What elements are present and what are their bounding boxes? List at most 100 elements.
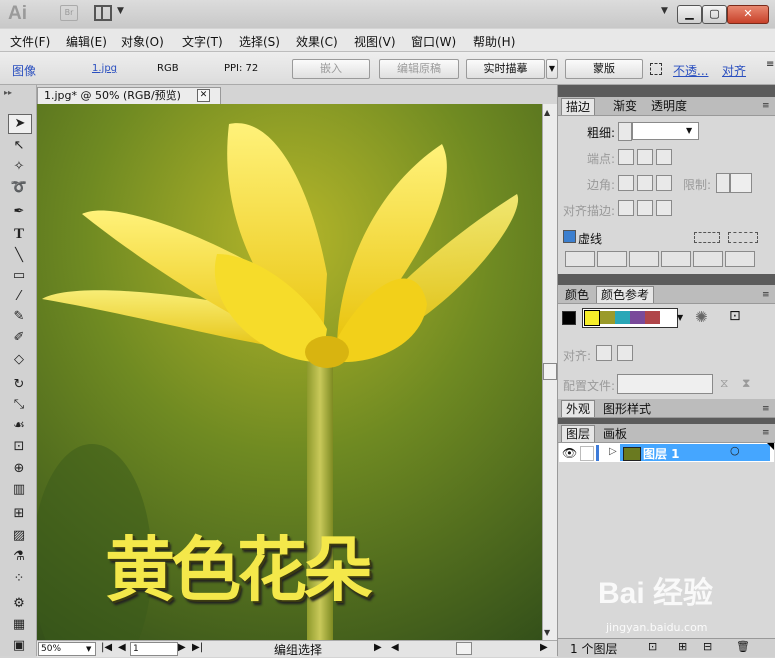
embed-button[interactable]: 嵌入	[292, 59, 370, 79]
visibility-eye-icon[interactable]: 👁	[562, 446, 577, 460]
butt-cap-icon[interactable]	[618, 149, 634, 165]
object-type-link[interactable]: 图像	[12, 62, 36, 79]
projecting-cap-icon[interactable]	[656, 149, 672, 165]
swatch-5[interactable]	[645, 311, 660, 324]
canvas[interactable]: 黄色花朵	[37, 104, 542, 640]
linked-file-link[interactable]: 1.jpg	[92, 63, 117, 74]
rectangle-tool-icon[interactable]: ▭	[8, 266, 30, 286]
pen-tool-icon[interactable]: ✒	[8, 202, 30, 222]
swatch-3[interactable]	[615, 311, 630, 324]
swatch-2[interactable]	[600, 311, 615, 324]
align-outside-icon[interactable]	[656, 200, 672, 216]
align-inside-icon[interactable]	[637, 200, 653, 216]
new-sublayer-icon[interactable]: ⊟	[703, 640, 712, 653]
selection-tool-icon[interactable]: ➤	[8, 114, 32, 134]
lasso-tool-icon[interactable]: ➰	[8, 178, 30, 198]
layer-name[interactable]: 图层 1	[643, 445, 680, 462]
mirror-icon[interactable]: ⧗	[742, 376, 750, 391]
limit-stepper[interactable]	[716, 173, 730, 193]
edit-colors-icon[interactable]: ✺	[695, 308, 708, 326]
tab-layers[interactable]: 图层	[561, 425, 596, 442]
status-menu-icon[interactable]: ▶	[374, 642, 382, 653]
magic-wand-tool-icon[interactable]: ✧	[8, 157, 30, 177]
blend-tool-icon[interactable]: ⁘	[8, 569, 30, 589]
chevron-down-icon[interactable]: ▼	[117, 6, 124, 16]
swatch-1[interactable]	[584, 310, 600, 326]
hscroll-right-icon[interactable]: ▶	[540, 642, 548, 653]
paintbrush-tool-icon[interactable]: ⁄	[8, 287, 30, 307]
shape-builder-tool-icon[interactable]: ⊕	[8, 459, 30, 479]
edit-original-button[interactable]: 编辑原稿	[379, 59, 459, 79]
tab-transparency[interactable]: 透明度	[647, 98, 691, 114]
align-link[interactable]: 对齐	[722, 62, 746, 79]
menu-help[interactable]: 帮助(H)	[473, 33, 515, 50]
scale-tool-icon[interactable]: ⤡	[8, 395, 30, 415]
workspace-switcher-icon[interactable]: ▼	[661, 6, 668, 16]
artboard-tool-icon[interactable]: ▣	[8, 636, 30, 656]
make-clipping-mask-icon[interactable]: ⊞	[678, 640, 687, 653]
live-trace-options-icon[interactable]: ▼	[546, 59, 558, 79]
column-graph-tool-icon[interactable]: ▦	[8, 615, 30, 635]
arrange-documents-icon[interactable]	[94, 5, 112, 21]
blob-brush-tool-icon[interactable]: ✐	[8, 328, 30, 348]
dash-2-input[interactable]	[629, 251, 659, 267]
menu-edit[interactable]: 编辑(E)	[66, 33, 107, 50]
harmony-dropdown-icon[interactable]: ▼	[677, 313, 683, 322]
target-circle-icon[interactable]: ○	[730, 444, 740, 457]
artwork-title-text[interactable]: 黄色花朵	[105, 514, 373, 615]
dash-1-input[interactable]	[565, 251, 595, 267]
weight-stepper[interactable]	[618, 122, 632, 141]
tab-gradient[interactable]: 渐变	[609, 98, 641, 114]
opacity-link[interactable]: 不透...	[673, 62, 708, 79]
eyedropper-tool-icon[interactable]: ⚗	[8, 547, 30, 567]
gap-1-input[interactable]	[597, 251, 627, 267]
round-join-icon[interactable]	[637, 175, 653, 191]
align-right-icon[interactable]	[617, 345, 633, 361]
stroke-panel-menu-icon[interactable]: ≡	[762, 101, 770, 111]
profile-select[interactable]	[617, 374, 713, 394]
hscroll-thumb[interactable]	[456, 642, 472, 655]
menu-type[interactable]: 文字(T)	[182, 33, 223, 50]
save-color-group-icon[interactable]: ⊡	[729, 308, 741, 324]
current-color-swatch[interactable]	[562, 311, 576, 325]
delete-layer-icon[interactable]: 🗑	[736, 640, 750, 653]
dash-3-input[interactable]	[693, 251, 723, 267]
document-tab[interactable]: 1.jpg* @ 50% (RGB/预览)	[37, 87, 221, 104]
menu-file[interactable]: 文件(F)	[10, 33, 50, 50]
lock-toggle[interactable]	[580, 446, 594, 461]
gap-3-input[interactable]	[725, 251, 755, 267]
dash-align-icon[interactable]	[728, 232, 758, 243]
swatch-4[interactable]	[630, 311, 645, 324]
eraser-tool-icon[interactable]: ◇	[8, 350, 30, 370]
warp-tool-icon[interactable]: ☙	[8, 416, 30, 436]
minimize-button[interactable]: ▁	[677, 5, 702, 24]
current-tool-status[interactable]: 编组选择	[274, 641, 322, 658]
tab-artboards[interactable]: 画板	[599, 426, 631, 442]
menu-effect[interactable]: 效果(C)	[296, 33, 338, 50]
transform-icon[interactable]	[650, 63, 662, 75]
gradient-tool-icon[interactable]: ▨	[8, 526, 30, 546]
control-menu-icon[interactable]: ≡	[766, 59, 774, 70]
limit-input[interactable]	[730, 173, 752, 193]
align-left-icon[interactable]	[596, 345, 612, 361]
next-artboard-icon[interactable]: ▶	[178, 642, 186, 653]
menu-object[interactable]: 对象(O)	[121, 33, 164, 50]
tab-appearance[interactable]: 外观	[561, 400, 596, 417]
tab-color[interactable]: 颜色	[561, 287, 593, 303]
artboard-number-select[interactable]: 1	[130, 642, 178, 656]
round-cap-icon[interactable]	[637, 149, 653, 165]
prev-artboard-icon[interactable]: ◀	[118, 642, 126, 653]
appearance-panel-menu-icon[interactable]: ≡	[762, 404, 770, 414]
scroll-down-icon[interactable]: ▼	[544, 628, 550, 637]
rotate-tool-icon[interactable]: ↻	[8, 375, 30, 395]
mask-button[interactable]: 蒙版	[565, 59, 643, 79]
color-panel-menu-icon[interactable]: ≡	[762, 290, 770, 300]
maximize-button[interactable]: ▢	[702, 5, 727, 24]
flip-icon[interactable]: ⧖	[720, 376, 728, 391]
type-tool-icon[interactable]: T	[8, 224, 30, 244]
bridge-button[interactable]: Br	[60, 5, 78, 21]
last-artboard-icon[interactable]: ▶|	[192, 642, 203, 653]
expand-layer-icon[interactable]: ▷	[609, 446, 617, 457]
live-trace-button[interactable]: 实时描摹	[466, 59, 545, 79]
menu-select[interactable]: 选择(S)	[239, 33, 280, 50]
